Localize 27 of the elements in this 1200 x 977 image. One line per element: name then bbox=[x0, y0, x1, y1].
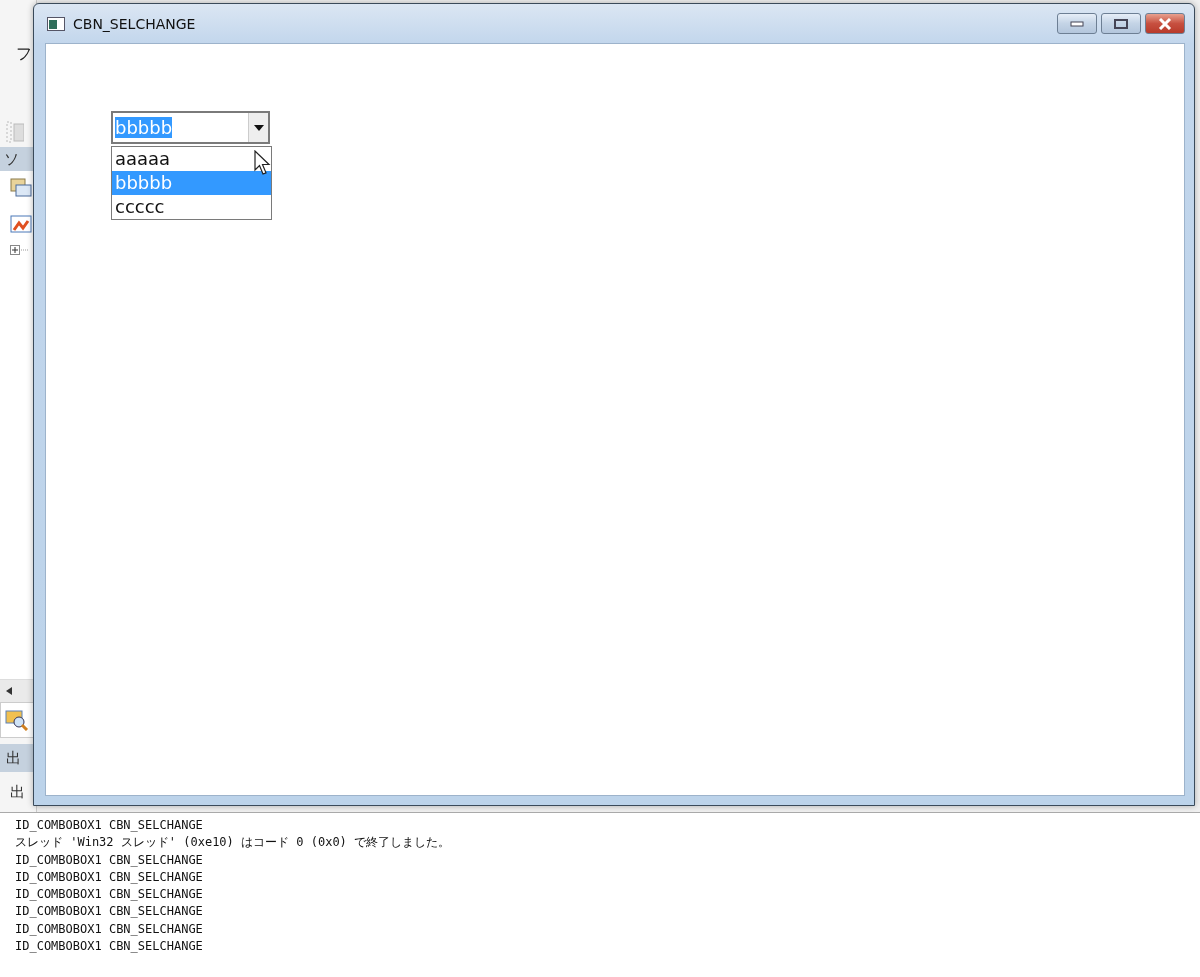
panel-title: ソ bbox=[4, 149, 19, 169]
close-button[interactable] bbox=[1145, 13, 1185, 34]
output-line: ID_COMBOBOX1 CBN_SELCHANGE bbox=[15, 886, 204, 904]
output-label: 出 bbox=[10, 782, 25, 802]
maximize-icon bbox=[1114, 18, 1128, 29]
output-line: ID_COMBOBOX1 CBN_SELCHANGE bbox=[15, 903, 204, 921]
output-line: ID_COMBOBOX1 CBN_SELCHANGE bbox=[15, 851, 204, 869]
output-line: スレッド 'Win32 スレッド' (0xe10) はコード 0 (0x0) で終了しました。 bbox=[15, 834, 452, 852]
combo-value: bbbbb bbox=[115, 117, 173, 138]
menu-text[interactable]: フ bbox=[16, 44, 36, 65]
search-icon[interactable] bbox=[5, 709, 29, 731]
output-line: ID_COMBOBOX1 CBN_SELCHANGE bbox=[15, 920, 204, 938]
output-line: ID_COMBOBOX1 CBN_SELCHANGE bbox=[15, 868, 204, 886]
output-line: ID_COMBOBOX1 CBN_SELCHANGE bbox=[15, 938, 204, 956]
window-title: CBN_SELCHANGE bbox=[73, 15, 197, 32]
scroll-left-icon[interactable] bbox=[6, 687, 12, 695]
minimize-button[interactable] bbox=[1057, 13, 1097, 34]
dropdown-button[interactable] bbox=[248, 113, 268, 142]
close-icon bbox=[1158, 17, 1172, 30]
maximize-button[interactable] bbox=[1101, 13, 1141, 34]
project-icon bbox=[10, 215, 32, 235]
output-line: ID_COMBOBOX1 CBN_SELCHANGE bbox=[15, 817, 204, 834]
minimize-icon bbox=[1070, 20, 1084, 27]
caret-icon bbox=[253, 124, 264, 131]
expand-icon[interactable] bbox=[10, 245, 30, 255]
panel-title: 出 bbox=[6, 748, 21, 768]
app-icon bbox=[47, 16, 65, 31]
